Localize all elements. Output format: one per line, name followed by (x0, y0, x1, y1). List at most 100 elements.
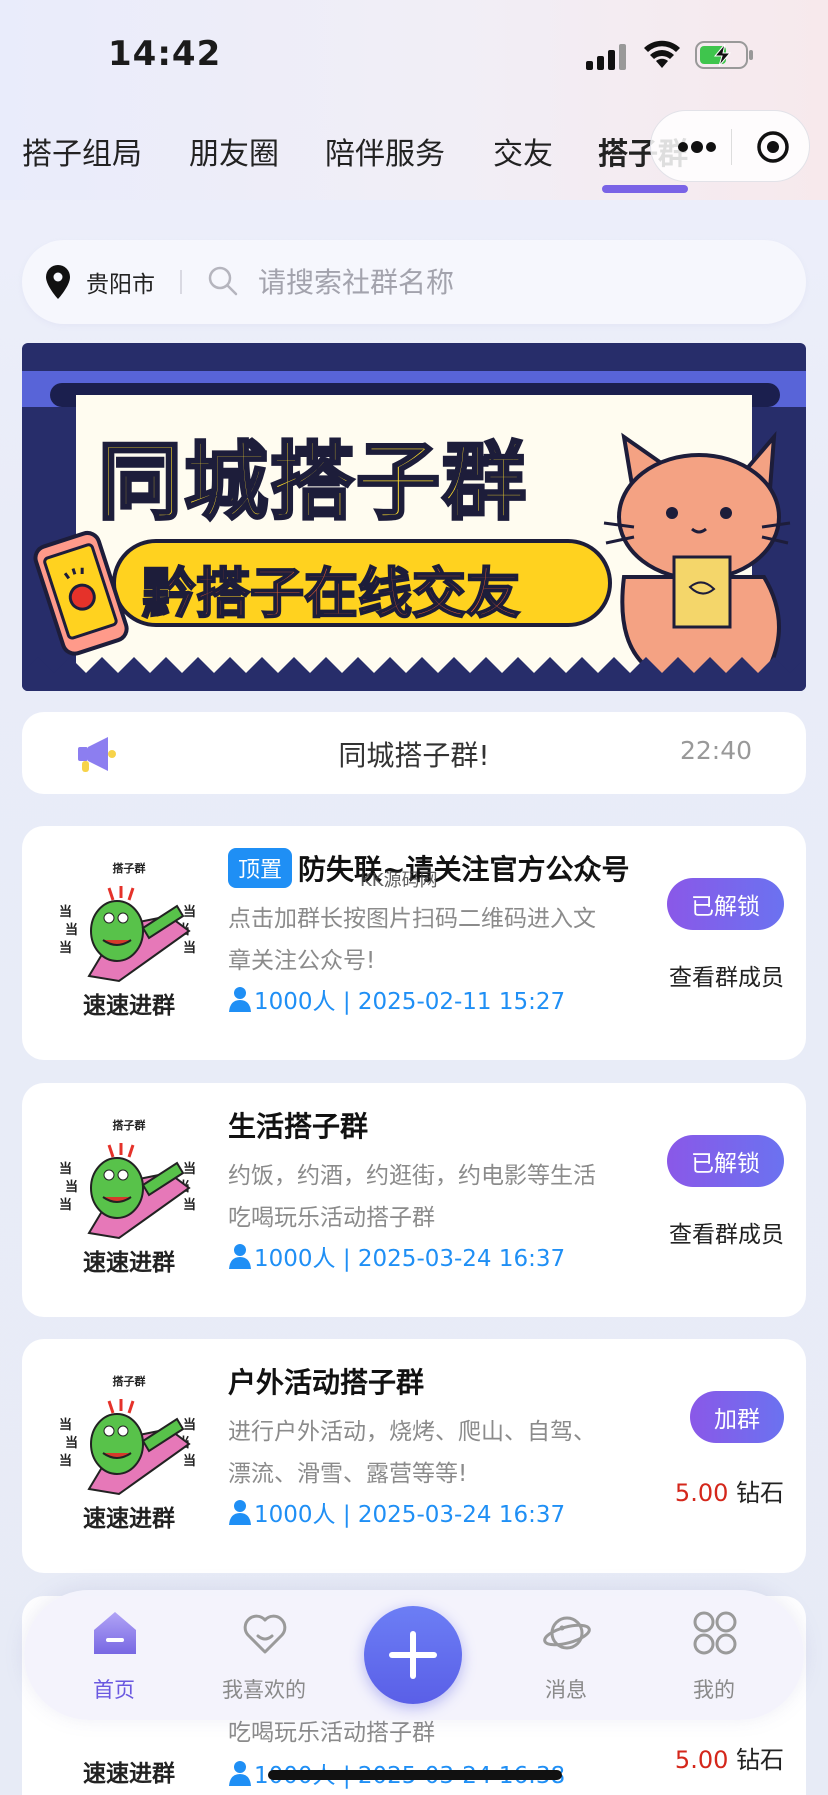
capsule-divider (731, 129, 732, 165)
person-icon (229, 1500, 251, 1525)
person-icon (229, 1761, 251, 1786)
phone-illustration-icon (33, 530, 129, 656)
nav-label: 消息 (545, 1678, 587, 1702)
group-description: 约饭，约酒，约逛街，约电影等生活吃喝玩乐活动搭子群 (228, 1163, 596, 1231)
price-value: 5.00 (674, 1746, 729, 1774)
svg-text:当: 当 (65, 1179, 78, 1195)
bottom-nav: 首页 我喜欢的 消息 我的 (24, 1590, 804, 1720)
location-pin-icon[interactable] (44, 264, 72, 300)
thumbnail-caption: 速速进群 (83, 993, 175, 1019)
svg-text:当: 当 (59, 940, 72, 956)
price-value: 5.00 (674, 1479, 729, 1507)
view-members-link[interactable]: 查看群成员 (669, 1215, 784, 1249)
more-icon[interactable] (675, 133, 719, 161)
price-line: 5.00 钻石 (675, 1473, 784, 1508)
group-meta: 1000人 | 2025-02-11 15:27 (228, 982, 565, 1016)
tab-peiban-fuwu[interactable]: 陪伴服务 (325, 129, 445, 173)
group-meta-text: 1000人 | 2025-03-24 16:37 (254, 1502, 566, 1528)
group-thumbnail: 搭子群 当 当 当 当 当 当 速速进群 (44, 846, 214, 1040)
search-bar: 贵阳市 (22, 240, 806, 324)
group-thumbnail: 搭子群 当 当 当 当 当 当 速速进群 (44, 1103, 214, 1297)
group-card[interactable]: 搭子群 当 当 当 当 当 当 速速进群 顶置 防失联~请关注官方公众号 点击加… (22, 826, 806, 1060)
svg-text:当: 当 (59, 1161, 72, 1177)
svg-text:当: 当 (183, 1453, 196, 1469)
planet-icon (543, 1616, 591, 1650)
plus-icon (389, 1631, 437, 1679)
join-group-button[interactable]: 加群 (690, 1391, 784, 1443)
heart-icon (243, 1614, 287, 1654)
svg-text:当: 当 (59, 1197, 72, 1213)
thumbnail-label: 搭子群 (112, 862, 146, 875)
svg-text:当: 当 (59, 1417, 72, 1433)
view-members-link[interactable]: 查看群成员 (669, 958, 784, 992)
group-meta: 1000人 | 2025-03-24 16:37 (228, 1239, 565, 1273)
home-icon (94, 1612, 136, 1654)
svg-text:当: 当 (183, 1161, 196, 1177)
nav-label: 首页 (93, 1678, 135, 1702)
price-unit: 钻石 (736, 1746, 784, 1774)
tab-dazi-zuju[interactable]: 搭子组局 (22, 129, 142, 173)
group-card[interactable]: 搭子群 当 当 当 当 当 当 速速进群 生活搭子群 约饭，约酒，约逛街，约电影… (22, 1083, 806, 1317)
close-target-icon[interactable] (755, 129, 791, 165)
grid-clover-icon (693, 1611, 737, 1655)
group-description: 点击加群长按图片扫码二维码进入文章关注公众号! (228, 906, 596, 974)
svg-text:当: 当 (65, 922, 78, 938)
miniprogram-capsule (650, 110, 810, 182)
group-description: 进行户外活动，烧烤、爬山、自驾、漂流、滑雪、露营等等! (228, 1419, 596, 1487)
svg-text:当: 当 (59, 1453, 72, 1469)
group-title: 防失联~请关注官方公众号 (298, 853, 630, 886)
group-title-row: 户外活动搭子群 (228, 1361, 424, 1401)
svg-text:当: 当 (183, 1417, 196, 1433)
status-time: 14:42 (108, 34, 222, 74)
nav-home[interactable]: 首页 (54, 1590, 174, 1720)
promo-banner[interactable]: 同城搭子群 黔搭子在线交友 (22, 343, 806, 691)
nav-favorites[interactable]: 我喜欢的 (204, 1590, 324, 1720)
active-tab-indicator (602, 185, 688, 193)
watermark-text: KK源码网 (360, 870, 438, 891)
unlocked-button[interactable]: 已解锁 (667, 1135, 784, 1187)
svg-text:当: 当 (65, 1435, 78, 1451)
nav-messages[interactable]: 消息 (506, 1590, 626, 1720)
city-selector[interactable]: 贵阳市 (86, 265, 155, 299)
group-card[interactable]: 搭子群 当 当 当 当 当 当 速速进群 户外活动搭子群 进行户外活动，烧烤、爬… (22, 1339, 806, 1573)
unlocked-button[interactable]: 已解锁 (667, 878, 784, 930)
group-title: 户外活动搭子群 (228, 1366, 425, 1399)
nav-label: 我的 (693, 1678, 735, 1702)
banner-zigzag (22, 657, 806, 691)
cat-illustration-icon (603, 431, 791, 679)
add-button[interactable] (364, 1606, 462, 1704)
thumbnail-label: 搭子群 (112, 1119, 146, 1132)
pinned-badge: 顶置 (228, 848, 293, 888)
tab-pengyouquan[interactable]: 朋友圈 (189, 129, 279, 173)
thumbnail-caption: 速速进群 (83, 1506, 175, 1532)
nav-profile[interactable]: 我的 (654, 1590, 774, 1720)
svg-text:当: 当 (183, 904, 196, 920)
svg-text:当: 当 (183, 1197, 196, 1213)
frog-meme-icon: 当 当 当 当 当 当 (59, 886, 196, 983)
person-icon (229, 1244, 251, 1269)
search-divider (180, 270, 182, 294)
thumbnail-label: 搭子群 (112, 1375, 146, 1388)
group-thumbnail: 搭子群 当 当 当 当 当 当 速速进群 (44, 1359, 214, 1553)
battery-icon (695, 41, 753, 69)
price-unit: 钻石 (736, 1479, 784, 1507)
group-meta-text: 1000人 | 2025-02-11 15:27 (254, 989, 566, 1015)
notice-time: 22:40 (679, 736, 752, 765)
search-input[interactable] (258, 258, 758, 306)
signal-icon (586, 44, 626, 70)
search-icon (208, 266, 238, 296)
tab-jiaoyou[interactable]: 交友 (493, 129, 553, 173)
svg-text:当: 当 (59, 904, 72, 920)
banner-title: 同城搭子群 (96, 432, 529, 533)
group-meta: 1000人 | 2025-03-24 16:37 (228, 1495, 565, 1529)
nav-label: 我喜欢的 (222, 1678, 306, 1702)
home-indicator (268, 1770, 562, 1780)
svg-text:当: 当 (183, 940, 196, 956)
thumbnail-caption: 速速进群 (83, 1250, 175, 1276)
frog-meme-icon: 当 当 当 当 当 当 (59, 1143, 196, 1240)
wifi-icon (644, 40, 680, 68)
notice-bar[interactable]: 同城搭子群! 22:40 (22, 712, 806, 794)
thumbnail-caption: 速速进群 (83, 1761, 175, 1787)
group-title: 生活搭子群 (228, 1110, 369, 1143)
group-meta-text: 1000人 | 2025-03-24 16:37 (254, 1246, 566, 1272)
